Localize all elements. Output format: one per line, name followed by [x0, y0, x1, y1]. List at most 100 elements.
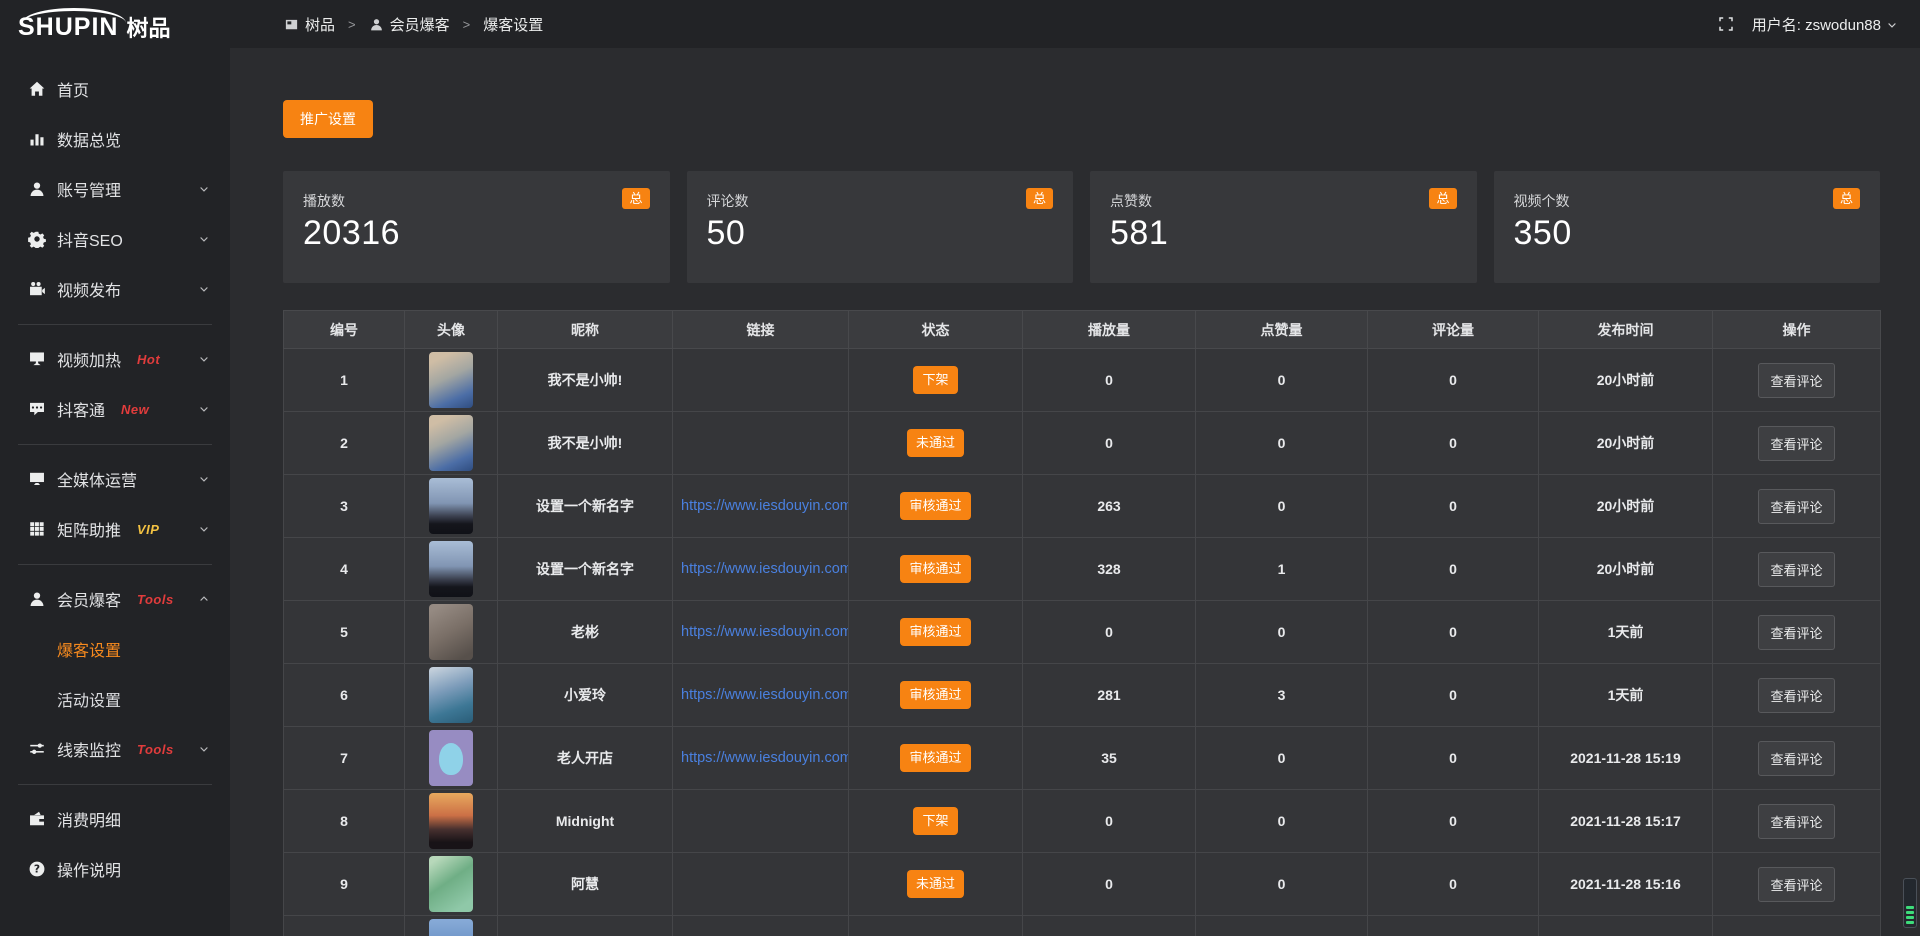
video-link[interactable]: https://www.iesdouyin.com — [673, 498, 848, 514]
stat-card-value: 50 — [707, 214, 1054, 253]
cell-avatar — [405, 349, 498, 412]
cell-comments: 0 — [1368, 475, 1539, 538]
sidebar-item-matrix-boost[interactable]: 矩阵助推 VIP — [0, 504, 230, 554]
cell-nickname: 老人开店 — [498, 727, 673, 790]
chevron-down-icon — [198, 353, 210, 365]
status-badge: 审核通过 — [900, 555, 970, 583]
cell-id: 9 — [284, 853, 405, 916]
table-row-10 — [284, 916, 1881, 936]
view-comments-button[interactable]: 查看评论 — [1758, 615, 1834, 650]
sidebar-item-video-publish[interactable]: 视频发布 — [0, 264, 230, 314]
breadcrumb-item-member-baoke[interactable]: 会员爆客 — [369, 14, 450, 35]
cell-plays — [1023, 916, 1196, 936]
cell-id: 8 — [284, 790, 405, 853]
logo-text-cn: 树品 — [126, 18, 170, 40]
status-badge: 未通过 — [907, 870, 964, 898]
column-header-6: 点赞量 — [1196, 311, 1368, 349]
sidebar-subitem-activity-settings[interactable]: 活动设置 — [0, 674, 230, 724]
cell-publish-time: 2021-11-28 15:19 — [1539, 727, 1713, 790]
cell-status: 未通过 — [849, 412, 1023, 475]
cell-link: https://www.iesdouyin.com — [673, 727, 849, 790]
stat-cards-row: 播放数 总 20316 评论数 总 50 点赞数 总 581 视频个数 总 35… — [283, 171, 1880, 283]
video-link[interactable]: https://www.iesdouyin.com — [673, 750, 848, 766]
sidebar-item-data-overview[interactable]: 数据总览 — [0, 114, 230, 164]
user-menu[interactable]: 用户名: zswodun88 — [1752, 14, 1898, 35]
cell-action: 查看评论 — [1713, 349, 1881, 412]
cell-link — [673, 853, 849, 916]
sidebar-item-operation-guide[interactable]: ? 操作说明 — [0, 844, 230, 894]
avatar — [429, 352, 473, 408]
breadcrumb-item-shupin[interactable]: 树品 — [284, 14, 335, 35]
cell-id: 2 — [284, 412, 405, 475]
cell-publish-time: 1天前 — [1539, 664, 1713, 727]
cell-publish-time: 1天前 — [1539, 601, 1713, 664]
sidebar-item-clue-monitoring[interactable]: 线索监控 Tools — [0, 724, 230, 774]
videos-table: 编号头像昵称链接状态播放量点赞量评论量发布时间操作 1 我不是小帅! 下架 0 … — [283, 310, 1881, 936]
cell-plays: 281 — [1023, 664, 1196, 727]
sidebar-item-account-management[interactable]: 账号管理 — [0, 164, 230, 214]
avatar — [429, 667, 473, 723]
sidebar-item-video-heating[interactable]: 视频加热 Hot — [0, 334, 230, 384]
table-row-9: 9 阿慧 未通过 0 0 0 2021-11-28 15:16 查看评论 — [284, 853, 1881, 916]
table-header: 编号头像昵称链接状态播放量点赞量评论量发布时间操作 — [284, 311, 1881, 349]
cell-comments: 0 — [1368, 349, 1539, 412]
view-comments-button[interactable]: 查看评论 — [1758, 552, 1834, 587]
cell-avatar — [405, 475, 498, 538]
username-label: 用户名: zswodun88 — [1752, 14, 1881, 35]
view-comments-button[interactable]: 查看评论 — [1758, 804, 1834, 839]
view-comments-button[interactable]: 查看评论 — [1758, 363, 1834, 398]
cell-likes: 0 — [1196, 412, 1368, 475]
video-link[interactable]: https://www.iesdouyin.com — [673, 561, 848, 577]
sidebar-item-badge: Hot — [137, 352, 160, 367]
view-comments-button[interactable]: 查看评论 — [1758, 426, 1834, 461]
cell-nickname — [498, 916, 673, 936]
avatar — [429, 793, 473, 849]
cell-status: 下架 — [849, 349, 1023, 412]
total-badge: 总 — [622, 188, 649, 209]
view-comments-button[interactable]: 查看评论 — [1758, 489, 1834, 524]
sidebar-item-all-media-operation[interactable]: 全媒体运营 — [0, 454, 230, 504]
cell-plays: 35 — [1023, 727, 1196, 790]
sidebar: 首页 数据总览 账号管理 抖音SEO 视频发布 视频加热 Hot 抖客通 — [0, 48, 230, 936]
cell-publish-time: 20小时前 — [1539, 538, 1713, 601]
cell-status — [849, 916, 1023, 936]
cell-status: 未通过 — [849, 853, 1023, 916]
video-link[interactable]: https://www.iesdouyin.com — [673, 624, 848, 640]
stat-card-3: 视频个数 总 350 — [1494, 171, 1881, 283]
sidebar-menu: 首页 数据总览 账号管理 抖音SEO 视频发布 视频加热 Hot 抖客通 — [0, 64, 230, 894]
sidebar-item-consumption-details[interactable]: 消费明细 — [0, 794, 230, 844]
help-icon: ? — [28, 860, 46, 878]
cell-comments: 0 — [1368, 601, 1539, 664]
breadcrumb-item-baoke-settings[interactable]: 爆客设置 — [483, 14, 543, 35]
table-row-2: 2 我不是小帅! 未通过 0 0 0 20小时前 查看评论 — [284, 412, 1881, 475]
column-header-8: 发布时间 — [1539, 311, 1713, 349]
video-link[interactable]: https://www.iesdouyin.com — [673, 687, 848, 703]
promotion-settings-button[interactable]: 推广设置 — [283, 100, 373, 138]
cell-likes: 0 — [1196, 853, 1368, 916]
sidebar-item-home[interactable]: 首页 — [0, 64, 230, 114]
cell-link: https://www.iesdouyin.com — [673, 601, 849, 664]
fullscreen-icon[interactable] — [1718, 16, 1734, 32]
sidebar-item-douyin-seo[interactable]: 抖音SEO — [0, 214, 230, 264]
view-comments-button[interactable]: 查看评论 — [1758, 867, 1834, 902]
cell-link: https://www.iesdouyin.com — [673, 538, 849, 601]
cell-action: 查看评论 — [1713, 538, 1881, 601]
cell-likes — [1196, 916, 1368, 936]
cell-link — [673, 349, 849, 412]
view-comments-button[interactable]: 查看评论 — [1758, 741, 1834, 776]
cell-status: 下架 — [849, 790, 1023, 853]
cell-comments: 0 — [1368, 664, 1539, 727]
cell-id: 6 — [284, 664, 405, 727]
table-row-3: 3 设置一个新名字 https://www.iesdouyin.com 审核通过… — [284, 475, 1881, 538]
column-header-2: 昵称 — [498, 311, 673, 349]
chevron-down-icon — [198, 183, 210, 195]
sidebar-item-member-baoke[interactable]: 会员爆客 Tools — [0, 574, 230, 624]
breadcrumb: 树品 > 会员爆客 > 爆客设置 — [284, 14, 543, 35]
cell-plays: 263 — [1023, 475, 1196, 538]
stat-card-value: 20316 — [303, 214, 650, 253]
cell-action: 查看评论 — [1713, 601, 1881, 664]
sidebar-subitem-baoke-settings[interactable]: 爆客设置 — [0, 624, 230, 674]
view-comments-button[interactable]: 查看评论 — [1758, 678, 1834, 713]
sidebar-item-doukotong[interactable]: 抖客通 New — [0, 384, 230, 434]
stat-card-0: 播放数 总 20316 — [283, 171, 670, 283]
